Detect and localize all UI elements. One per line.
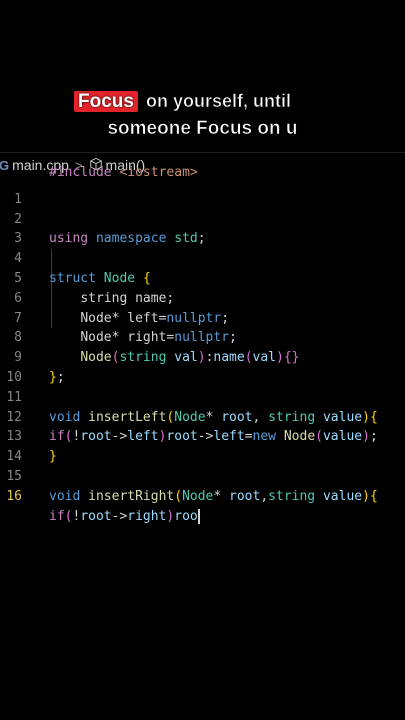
code-line[interactable]: 3 bbox=[0, 210, 405, 246]
code-line[interactable]: 8 Node(string val):name(val){} bbox=[0, 309, 405, 365]
code-text: void insertRight(Node* root,string value… bbox=[49, 488, 378, 504]
caption-line-1: Focus on yourself, until bbox=[0, 88, 385, 115]
code-line[interactable]: 9 }; bbox=[0, 328, 405, 385]
code-line[interactable]: 1 #include <iostream> bbox=[0, 165, 405, 207]
code-editor[interactable]: 1 #include <iostream> 2 using namespace … bbox=[0, 165, 405, 524]
line-number: 16 bbox=[6, 488, 22, 504]
code-text: if(!root->right)roo bbox=[49, 508, 200, 524]
code-line[interactable]: 13 } bbox=[0, 408, 405, 464]
code-line[interactable]: 10 bbox=[0, 348, 405, 385]
caption-line-1-text: on yourself, until bbox=[145, 91, 292, 112]
code-line[interactable]: 12 if(!root->left)root->left=new Node(va… bbox=[0, 388, 405, 445]
code-text: #include <iostream> bbox=[49, 165, 198, 180]
editor-top-border bbox=[0, 152, 405, 153]
text-cursor bbox=[197, 508, 200, 524]
caption-highlight: Focus bbox=[74, 91, 138, 112]
video-caption: Focus on yourself, until someone Focus on… bbox=[0, 88, 405, 142]
code-line[interactable]: 2 using namespace std; bbox=[0, 190, 405, 247]
code-line[interactable]: 14 bbox=[0, 427, 405, 464]
code-line[interactable]: 6 Node* left=nullptr; bbox=[0, 269, 405, 326]
code-line[interactable]: 7 Node* right=nullptr; bbox=[0, 289, 405, 346]
code-line[interactable]: 11 void insertLeft(Node* root, string va… bbox=[0, 368, 405, 425]
code-line-active[interactable]: 16 if(!root->right)roo bbox=[0, 467, 405, 524]
code-line[interactable]: 4 struct Node { bbox=[0, 229, 405, 286]
caption-line-2: someone Focus on u bbox=[107, 118, 298, 140]
code-line[interactable]: 15 void insertRight(Node* root,string va… bbox=[0, 447, 405, 504]
code-line[interactable]: 5 string name; bbox=[0, 249, 405, 306]
